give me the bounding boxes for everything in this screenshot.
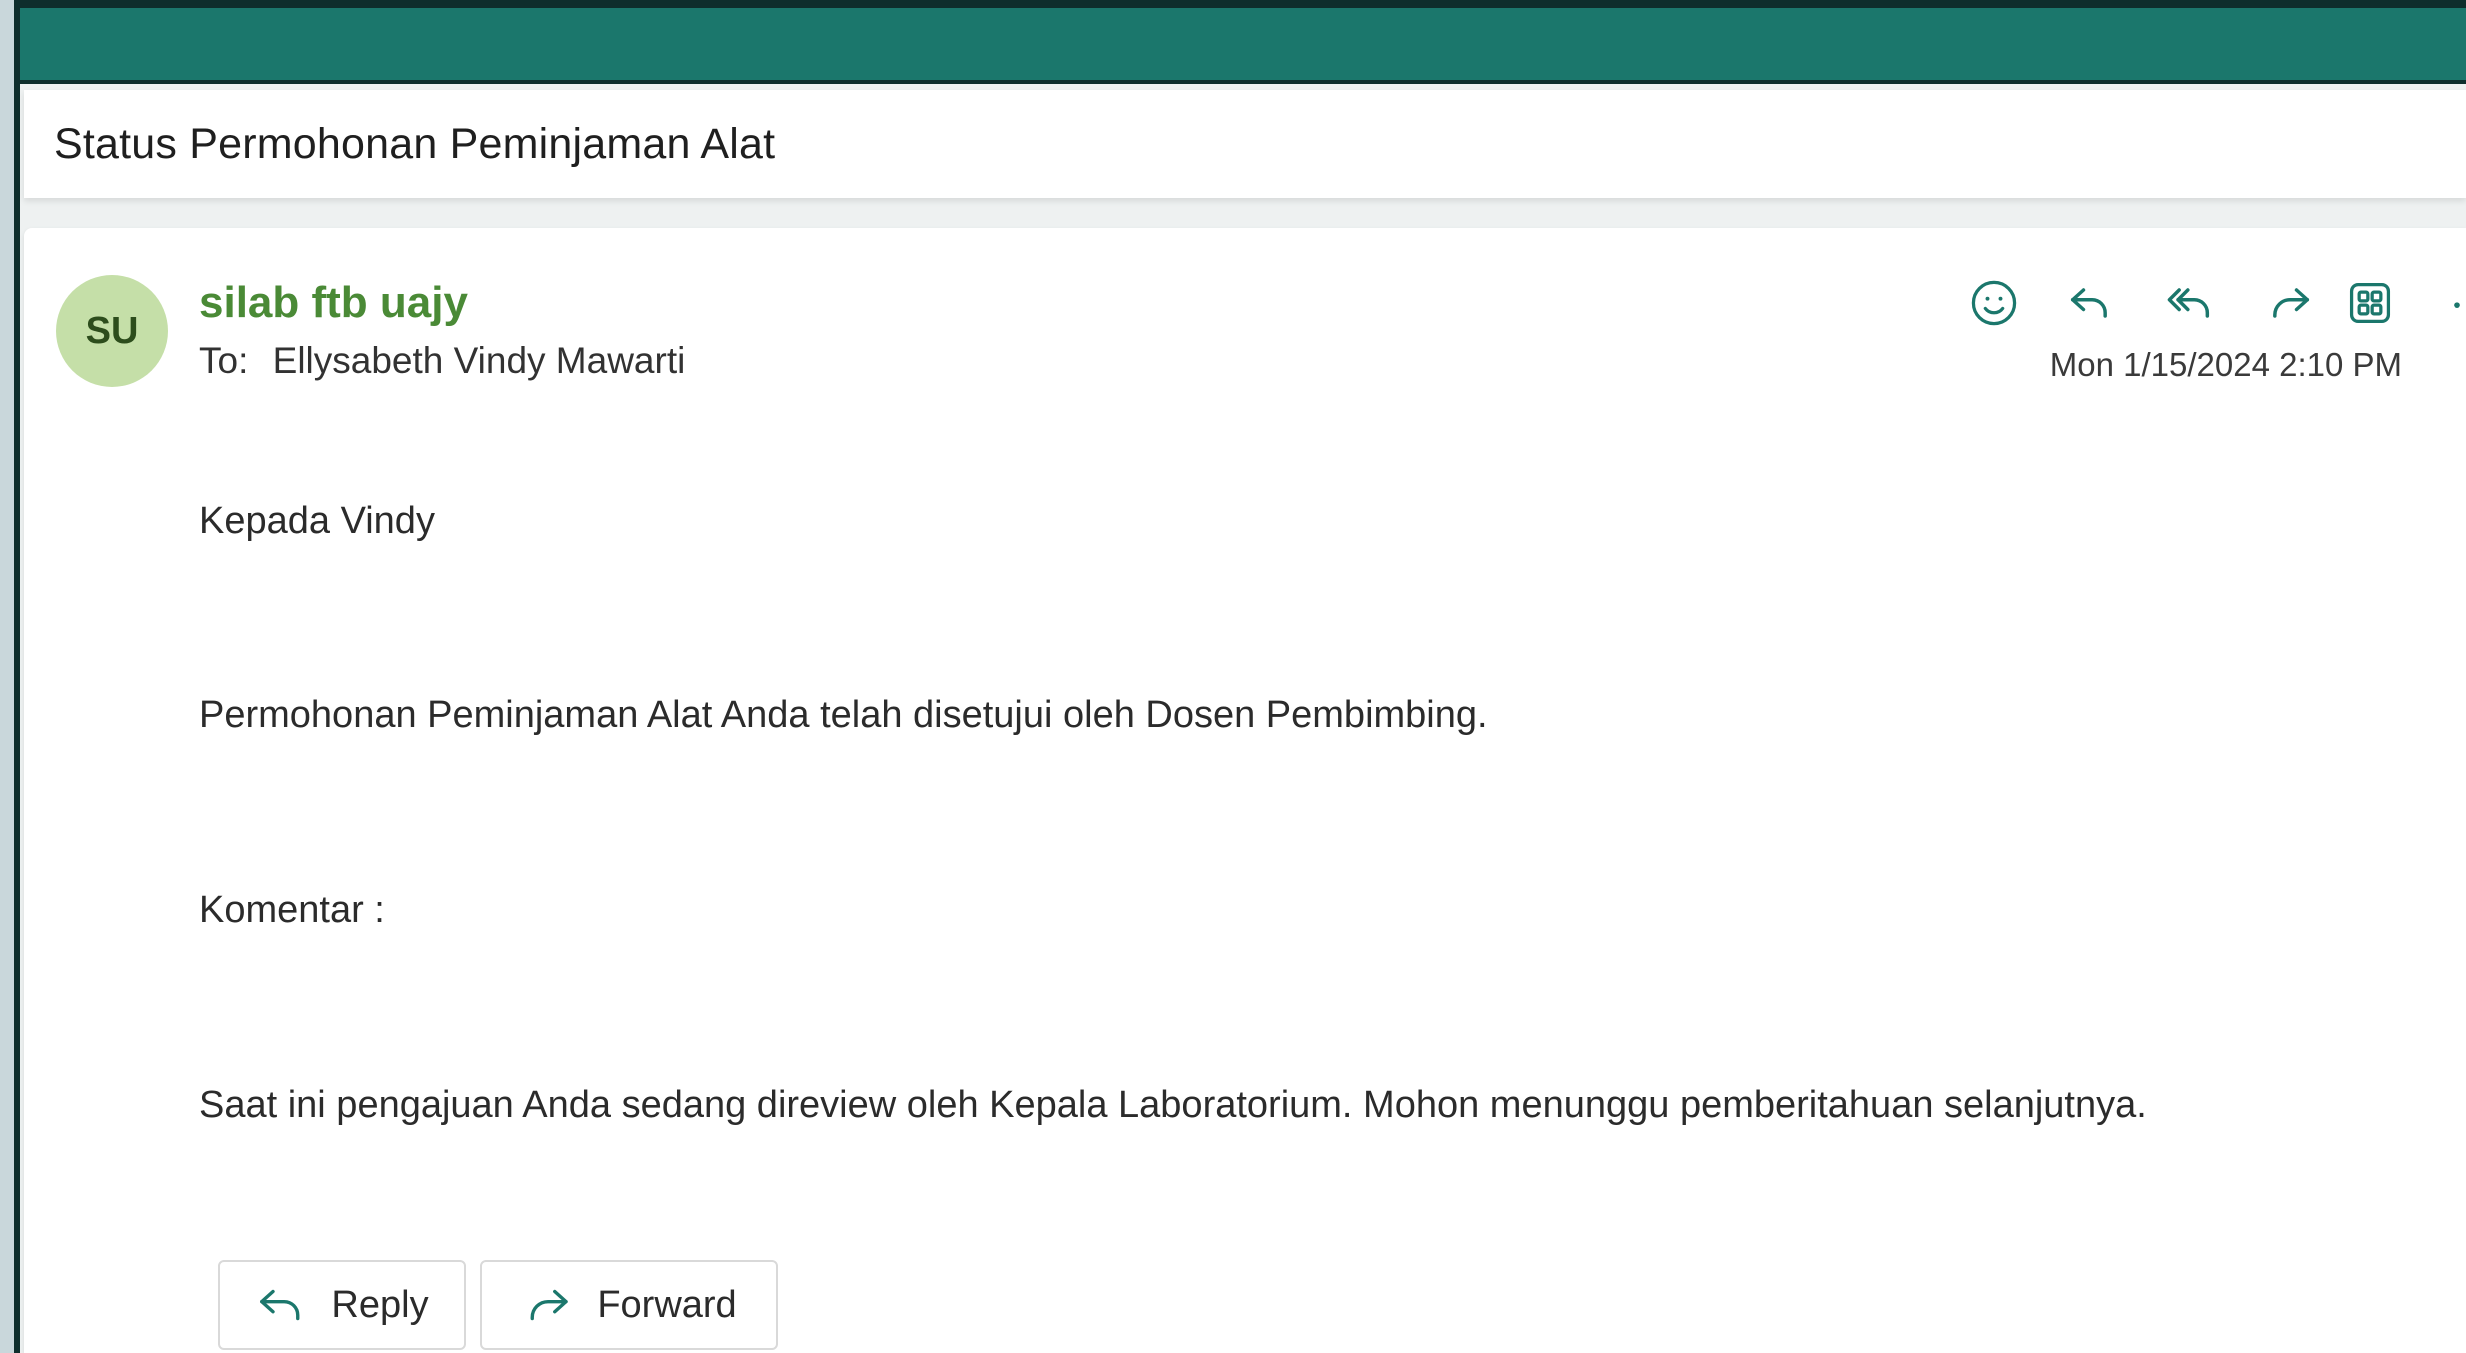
react-button[interactable] (1962, 268, 2026, 338)
to-label: To: (199, 340, 249, 381)
message-card: SU silab ftb uajy To: Ellysabeth Vindy M… (24, 228, 2466, 1353)
forward-icon (2273, 288, 2310, 318)
sender-avatar[interactable]: SU (56, 275, 168, 387)
reply-icon (2070, 288, 2107, 318)
body-status-line: Saat ini pengajuan Anda sedang direview … (199, 1084, 2147, 1126)
body-comment-label: Komentar : (199, 889, 385, 931)
avatar-initials: SU (85, 309, 139, 352)
reply-icon (260, 1289, 300, 1321)
email-timestamp: Mon 1/15/2024 2:10 PM (2049, 346, 2402, 383)
more-options-button[interactable] (2438, 268, 2466, 338)
forward-button-label: Forward (597, 1283, 737, 1326)
mail-window: Status Permohonan Peminjaman Alat SU sil… (14, 0, 2466, 1353)
recipient-name[interactable]: Ellysabeth Vindy Mawarti (273, 340, 686, 381)
forward-icon-button[interactable] (2258, 268, 2322, 338)
more-icon (2454, 302, 2460, 308)
reply-button[interactable]: Reply (218, 1260, 466, 1350)
reply-icon-button[interactable] (2058, 268, 2122, 338)
sender-name[interactable]: silab ftb uajy (199, 278, 468, 328)
body-greeting: Kepada Vindy (199, 500, 435, 542)
message-actions (1962, 268, 2460, 338)
forward-button[interactable]: Forward (480, 1260, 778, 1350)
subject-bar: Status Permohonan Peminjaman Alat (24, 90, 2466, 198)
forward-icon (530, 1289, 568, 1321)
reply-all-button[interactable] (2158, 268, 2222, 338)
recipient-line: To: Ellysabeth Vindy Mawarti (199, 340, 685, 382)
email-subject: Status Permohonan Peminjaman Alat (54, 120, 776, 168)
reply-all-icon (2167, 288, 2210, 318)
reply-button-label: Reply (331, 1283, 429, 1326)
app-header-bar (20, 0, 2466, 84)
apps-button[interactable] (2338, 268, 2402, 338)
smiley-icon (1971, 280, 2017, 326)
apps-grid-icon (2349, 282, 2391, 324)
body-approval-line: Permohonan Peminjaman Alat Anda telah di… (199, 694, 1488, 736)
